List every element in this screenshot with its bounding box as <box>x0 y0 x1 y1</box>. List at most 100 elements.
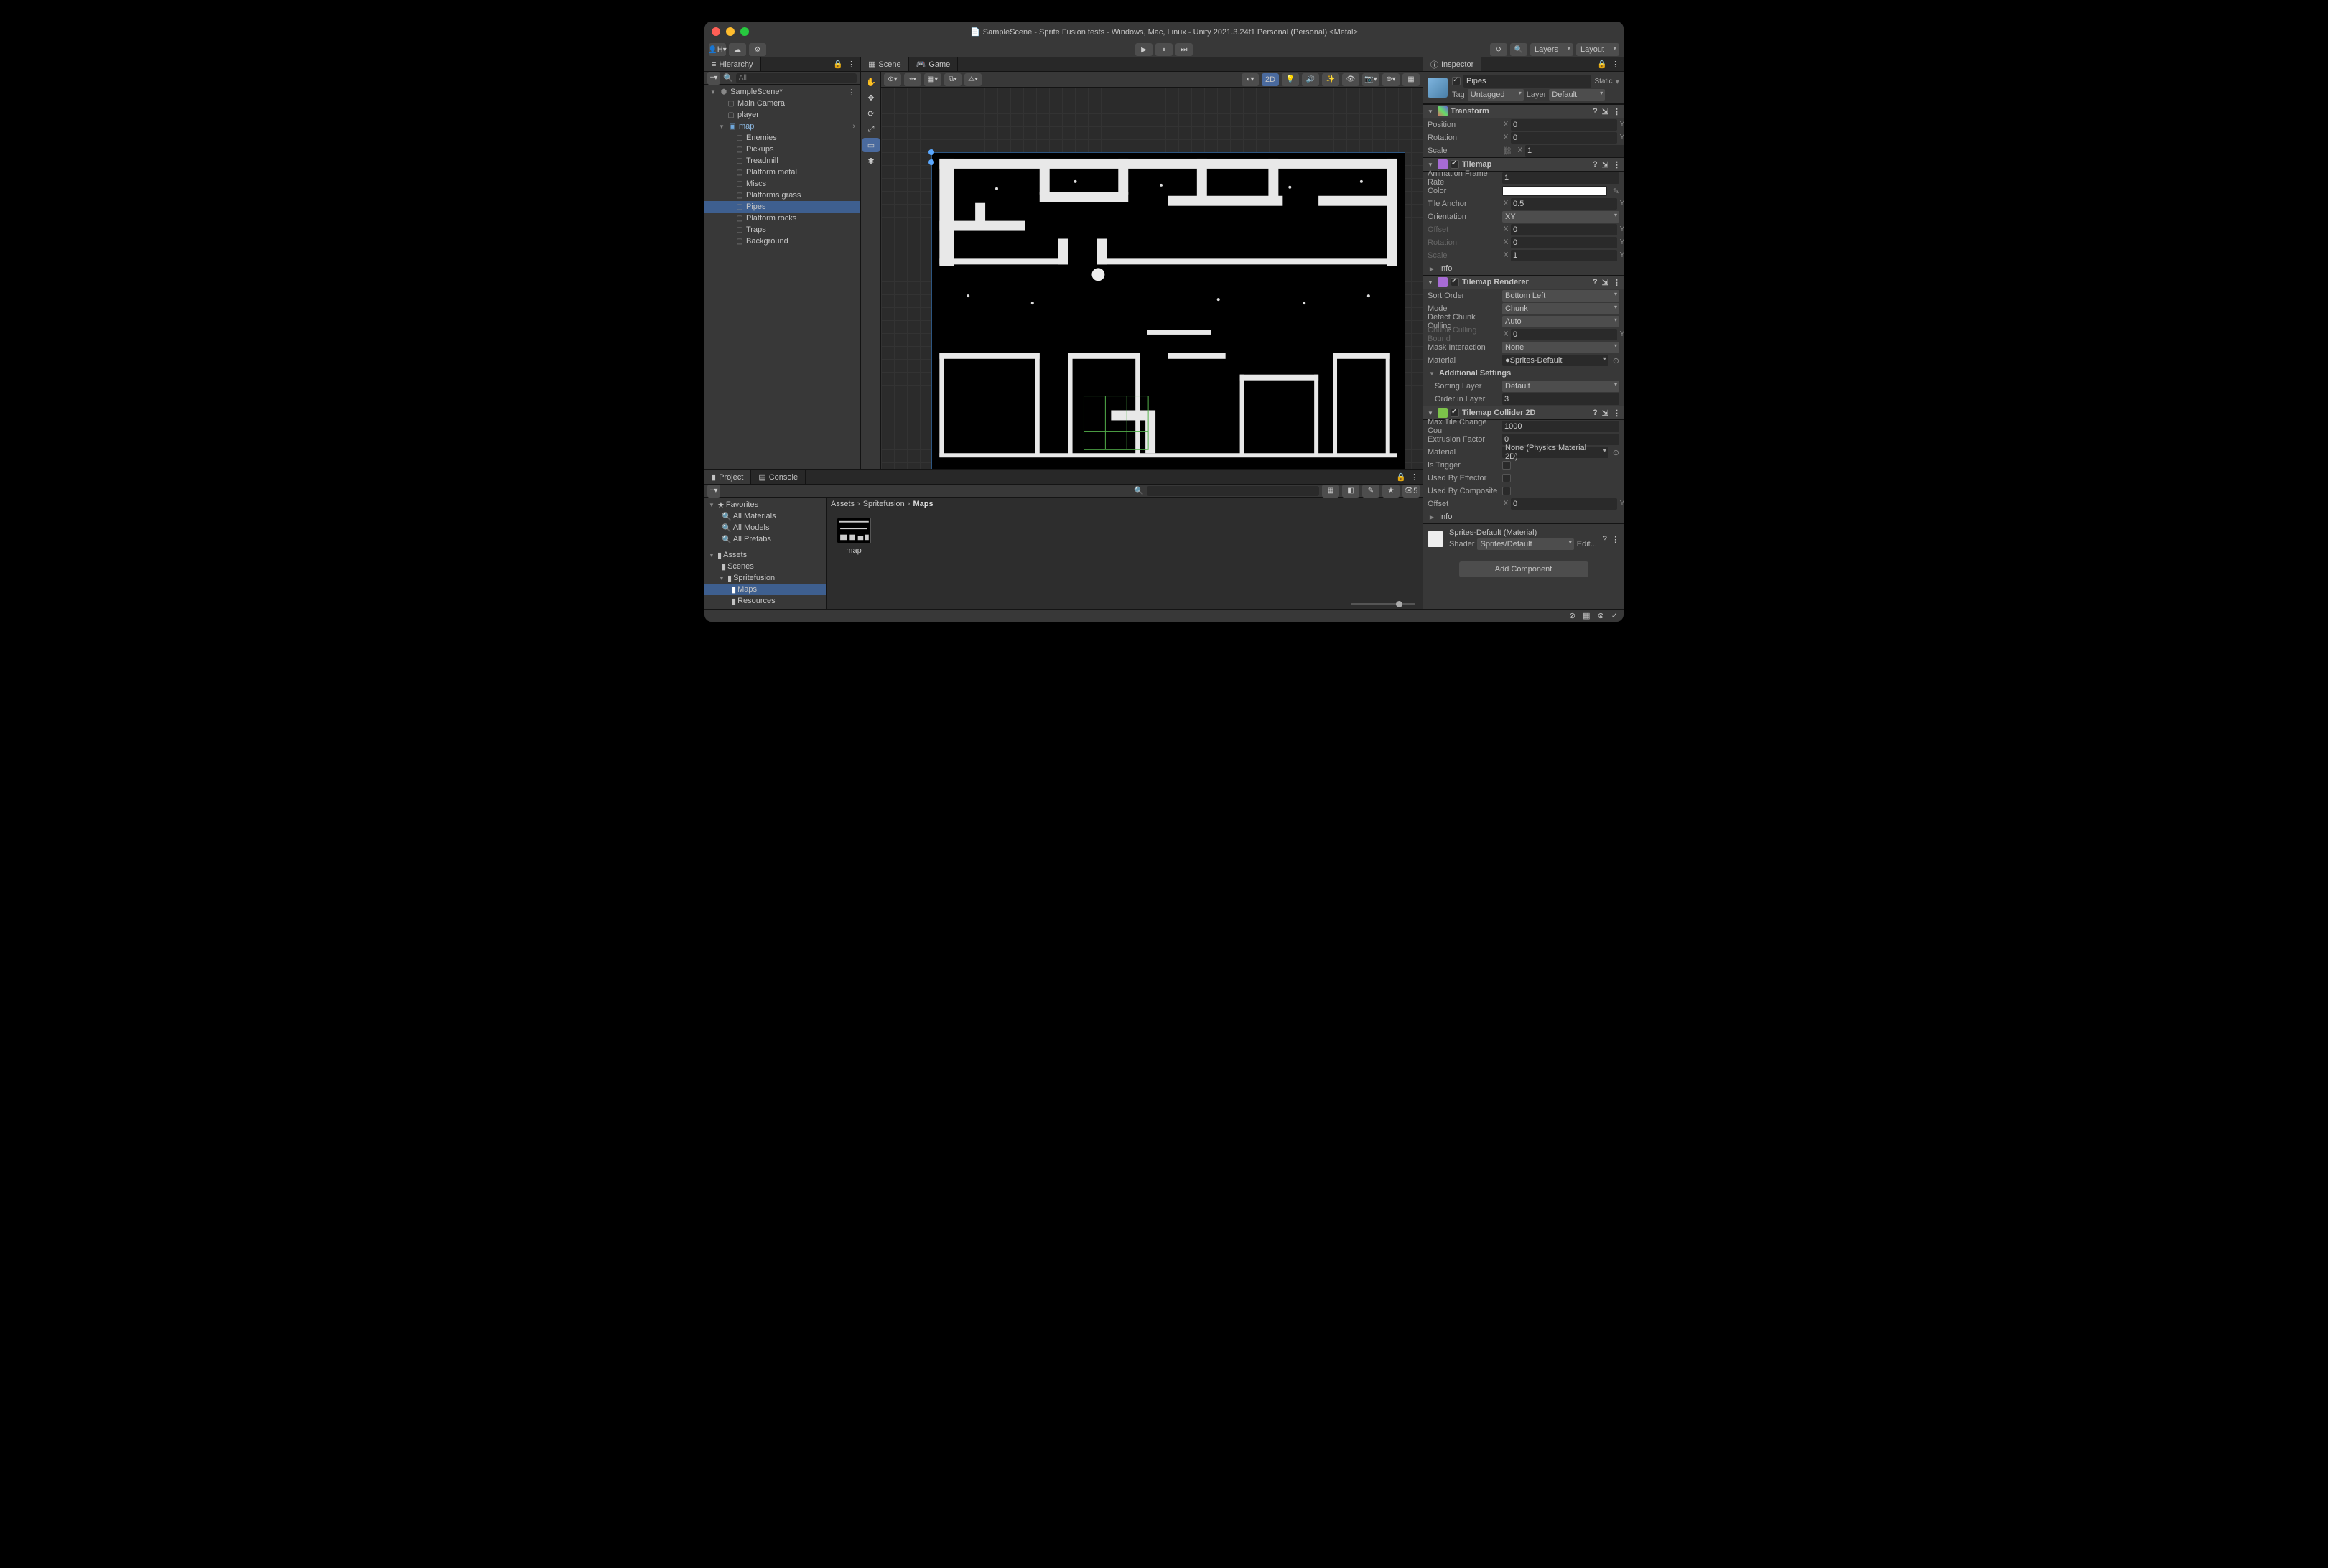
help-icon[interactable]: ? <box>1593 278 1598 287</box>
link-icon[interactable]: ⛓ <box>1502 146 1512 156</box>
hierarchy-item[interactable]: ▢Background <box>704 235 860 247</box>
hierarchy-item[interactable]: ▢Treadmill <box>704 155 860 167</box>
snap-button[interactable]: ⧉▾ <box>944 73 962 86</box>
audio-toggle[interactable]: 🔊 <box>1302 73 1319 86</box>
eyedropper-icon[interactable]: ✎ <box>1613 187 1619 196</box>
hand-tool[interactable]: ✋ <box>862 75 880 89</box>
pivot-button[interactable]: ⊙▾ <box>884 73 901 86</box>
help-icon[interactable]: ? <box>1593 107 1598 116</box>
preset-icon[interactable]: ⇲ <box>1602 278 1608 287</box>
render-mode-dropdown[interactable]: Chunk <box>1502 303 1619 314</box>
help-icon[interactable]: ? <box>1593 160 1598 169</box>
color-field[interactable] <box>1502 186 1607 196</box>
rect-handle[interactable] <box>928 159 934 165</box>
undo-history-button[interactable]: ↺ <box>1490 43 1507 56</box>
local-button[interactable]: ⌖▾ <box>904 73 921 86</box>
hierarchy-tab[interactable]: ≡ Hierarchy <box>704 57 761 71</box>
inspector-lock-icon[interactable]: 🔒 <box>1597 60 1607 69</box>
search-by-label-icon[interactable]: ◧ <box>1342 485 1359 498</box>
rotate-tool[interactable]: ⟳ <box>862 106 880 121</box>
scene-root[interactable]: ▼⬢ SampleScene* ⋮ <box>704 86 860 98</box>
inspector-menu-icon[interactable]: ⋮ <box>1611 60 1619 69</box>
edit-button[interactable]: Edit... <box>1577 540 1597 549</box>
preset-icon[interactable]: ⇲ <box>1602 107 1608 116</box>
mask-dropdown[interactable]: None <box>1502 342 1619 353</box>
sort-order-dropdown[interactable]: Bottom Left <box>1502 290 1619 302</box>
hierarchy-item[interactable]: ▢Main Camera <box>704 98 860 109</box>
project-tab[interactable]: ▮ Project <box>704 470 751 484</box>
hierarchy-item[interactable]: ▢Pickups <box>704 144 860 155</box>
tilemap-info-foldout[interactable]: ▶Info <box>1423 262 1624 275</box>
scene-grid-icon[interactable]: ▦ <box>1402 73 1420 86</box>
hierarchy-add-button[interactable]: +▾ <box>707 72 720 85</box>
help-icon[interactable]: ? <box>1603 535 1607 544</box>
status-icon[interactable]: ⊗ <box>1598 611 1604 620</box>
tag-dropdown[interactable]: Untagged <box>1468 89 1524 101</box>
object-picker-icon[interactable]: ⊙ <box>1613 448 1619 457</box>
move-tool[interactable]: ✥ <box>862 90 880 105</box>
thumbnail-size-slider[interactable] <box>827 599 1423 609</box>
inspector-tab[interactable]: ⓘ Inspector <box>1423 57 1481 71</box>
play-button[interactable]: ▶ <box>1135 43 1153 56</box>
status-icon[interactable]: ✓ <box>1611 611 1618 620</box>
console-tab[interactable]: ▤ Console <box>751 470 806 484</box>
collider-enable-checkbox[interactable] <box>1451 409 1459 417</box>
sorting-layer-dropdown[interactable]: Default <box>1502 381 1619 392</box>
folder-item[interactable]: ▮ Resources <box>704 595 826 607</box>
tilemap-renderer-header[interactable]: ▼Tilemap Renderer?⇲⋮ <box>1423 275 1624 289</box>
anchor-x-input[interactable] <box>1511 198 1617 210</box>
cloud-button[interactable]: ☁ <box>729 43 746 56</box>
component-menu-icon[interactable]: ⋮ <box>1611 535 1619 544</box>
layers-dropdown[interactable]: Layers <box>1530 43 1573 56</box>
hierarchy-item[interactable]: ▢Traps <box>704 224 860 235</box>
save-search-icon[interactable]: ✎ <box>1362 485 1379 498</box>
hierarchy-menu-icon[interactable]: ⋮ <box>847 60 855 69</box>
layer-dropdown[interactable]: Default <box>1549 89 1605 101</box>
hierarchy-search-input[interactable] <box>736 73 857 83</box>
hierarchy-item[interactable]: ▢player <box>704 109 860 121</box>
search-by-type-icon[interactable]: ▦ <box>1322 485 1339 498</box>
scene-menu-icon[interactable]: ⋮ <box>847 88 860 97</box>
col-offset-x-input[interactable] <box>1511 498 1617 510</box>
asset-item[interactable]: map <box>834 518 874 555</box>
max-tile-input[interactable] <box>1502 421 1619 432</box>
shader-dropdown[interactable]: Sprites/Default <box>1477 538 1573 550</box>
component-menu-icon[interactable]: ⋮ <box>1613 278 1621 287</box>
hierarchy-item[interactable]: ▢Platform rocks <box>704 213 860 224</box>
hierarchy-item[interactable]: ▼▣map› <box>704 121 860 132</box>
material-field[interactable]: ● Sprites-Default <box>1502 355 1608 366</box>
gameobject-icon[interactable] <box>1428 78 1448 98</box>
hierarchy-item[interactable]: ▢Miscs <box>704 178 860 190</box>
used-effector-checkbox[interactable] <box>1502 474 1511 482</box>
hierarchy-lock-icon[interactable]: 🔒 <box>833 60 843 69</box>
camera-button[interactable]: 📷▾ <box>1362 73 1379 86</box>
component-menu-icon[interactable]: ⋮ <box>1613 409 1621 418</box>
col-material-field[interactable]: None (Physics Material 2D) <box>1502 447 1608 458</box>
favorites-header[interactable]: ▼★ Favorites <box>704 499 826 510</box>
favorite-item[interactable]: 🔍 All Prefabs <box>704 533 826 545</box>
detect-cull-dropdown[interactable]: Auto <box>1502 316 1619 327</box>
pause-button[interactable]: ⏸ <box>1155 43 1173 56</box>
order-input[interactable] <box>1502 393 1619 405</box>
help-icon[interactable]: ? <box>1593 409 1598 418</box>
layout-dropdown[interactable]: Layout <box>1576 43 1619 56</box>
level-canvas[interactable] <box>931 152 1405 469</box>
object-name-input[interactable] <box>1463 75 1591 88</box>
hierarchy-item-selected[interactable]: ▢Pipes <box>704 201 860 213</box>
grid-button[interactable]: ▦▾ <box>924 73 941 86</box>
folder-item[interactable]: ▮ Scenes <box>704 561 826 572</box>
preset-icon[interactable]: ⇲ <box>1602 160 1608 169</box>
status-icon[interactable]: ▦ <box>1583 611 1590 620</box>
lighting-toggle[interactable]: 💡 <box>1282 73 1299 86</box>
rot-x-input[interactable] <box>1511 132 1617 144</box>
assets-folder[interactable]: ▼▮ Assets <box>704 549 826 561</box>
search-button[interactable]: 🔍 <box>1510 43 1527 56</box>
orientation-dropdown[interactable]: XY <box>1502 211 1619 223</box>
folder-item[interactable]: ▼▮ Spritefusion <box>704 572 826 584</box>
game-tab[interactable]: 🎮 Game <box>909 57 959 71</box>
tilemap-enable-checkbox[interactable] <box>1451 160 1459 169</box>
2d-toggle[interactable]: 2D <box>1262 73 1279 86</box>
project-add-button[interactable]: +▾ <box>707 485 720 498</box>
active-checkbox[interactable] <box>1452 77 1461 85</box>
project-search-input[interactable] <box>1147 486 1319 496</box>
